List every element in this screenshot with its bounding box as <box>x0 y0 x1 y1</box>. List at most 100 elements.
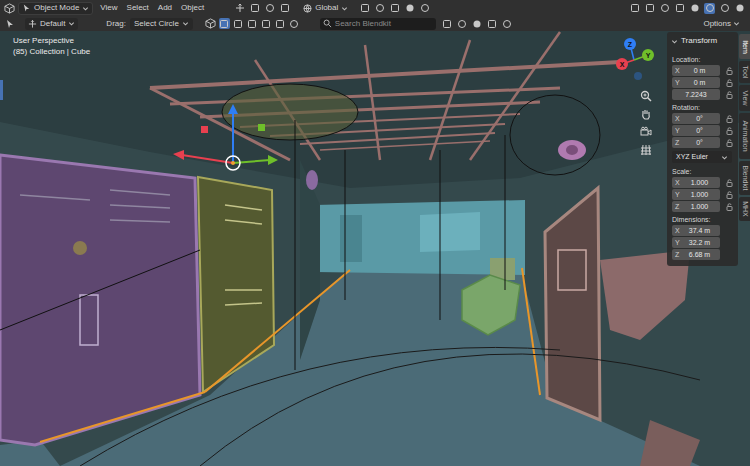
number-field[interactable]: X0 m <box>672 65 720 76</box>
blendkit-icons <box>442 18 513 29</box>
snap-icon[interactable] <box>389 3 400 14</box>
sidebar-tab[interactable]: Tool <box>739 61 750 83</box>
snap-icon[interactable] <box>419 3 430 14</box>
editor-type-icon[interactable] <box>3 2 15 14</box>
panel-header[interactable]: Transform <box>667 32 738 50</box>
transform-section: Scale:X1.000Y1.000Z1.000 <box>672 166 733 213</box>
blendkit-icon[interactable] <box>502 18 513 29</box>
header-row: Object Mode View Select Add Object Global <box>0 0 750 16</box>
number-field[interactable]: 7.2243 <box>672 89 720 100</box>
sidebar-tab[interactable]: Item <box>739 34 750 59</box>
field-value: 0 m <box>682 77 717 88</box>
blendkit-icon[interactable] <box>472 18 483 29</box>
tool-icon[interactable] <box>264 3 275 14</box>
lock-icon[interactable] <box>725 203 733 211</box>
blendkit-icon[interactable] <box>442 18 453 29</box>
number-field[interactable]: Y0° <box>672 125 720 136</box>
axis-button[interactable]: X <box>616 58 628 70</box>
shading-icon[interactable] <box>689 3 700 14</box>
select-mode-icon[interactable] <box>205 18 216 29</box>
axis-label: Z <box>675 249 682 260</box>
shading-icon[interactable] <box>734 3 745 14</box>
sidebar-tabs: Item Tool View Animation Blendkit MHX <box>739 34 750 221</box>
options-button[interactable]: Options <box>703 18 740 30</box>
sidebar-tab[interactable]: View <box>739 85 750 111</box>
sidebar-panel: TransformLocation:X0 mY0 m7.2243Rotation… <box>667 32 738 266</box>
search-field[interactable] <box>320 18 436 30</box>
rotation-mode-dropdown[interactable]: XYZ Euler <box>672 151 732 163</box>
sidebar-tab[interactable]: MHX <box>739 197 750 221</box>
number-field[interactable]: Z1.000 <box>672 201 720 212</box>
lock-icon[interactable] <box>725 79 733 87</box>
orientation-label: Global <box>315 2 338 14</box>
number-field[interactable]: X37.4 m <box>672 225 720 236</box>
lock-icon[interactable] <box>725 139 733 147</box>
orientation-dropdown[interactable]: Global <box>300 2 351 15</box>
select-mode-icon[interactable] <box>233 18 244 29</box>
lock-icon[interactable] <box>725 127 733 135</box>
sidebar-tab[interactable]: Animation <box>739 113 750 159</box>
lock-icon[interactable] <box>725 115 733 123</box>
blendkit-icon[interactable] <box>487 18 498 29</box>
shading-icon[interactable] <box>644 3 655 14</box>
axis-button[interactable]: Z <box>624 38 636 50</box>
drag-dropdown[interactable]: Select Circle <box>130 18 193 30</box>
axis-button[interactable]: Y <box>642 49 654 61</box>
number-field[interactable]: X0° <box>672 113 720 124</box>
viewport[interactable]: User Perspective(85) Collection | Cube Z… <box>0 31 750 466</box>
number-field[interactable]: Z6.68 m <box>672 249 720 260</box>
shading-icon[interactable] <box>659 3 670 14</box>
menu-item[interactable]: Add <box>156 2 174 14</box>
lock-icon[interactable] <box>725 67 733 75</box>
menu-item[interactable]: Object <box>179 2 206 14</box>
chevron-icon <box>82 5 89 12</box>
select-mode-icon[interactable] <box>289 18 300 29</box>
transform-gizmo[interactable] <box>173 104 278 170</box>
select-mode-icon[interactable] <box>247 18 258 29</box>
shading-icon[interactable] <box>629 3 640 14</box>
camera-icon[interactable] <box>640 126 652 138</box>
tool-icon[interactable] <box>279 3 290 14</box>
pivot-icon <box>28 19 37 28</box>
sidebar-tab[interactable]: Blendkit <box>739 161 750 195</box>
axis-label: Y <box>646 52 651 59</box>
lock-icon[interactable] <box>725 91 733 99</box>
mode-label: Object Mode <box>34 2 79 14</box>
toolbar-edge[interactable] <box>0 80 3 100</box>
select-mode-icon[interactable] <box>275 18 286 29</box>
snap-icon[interactable] <box>404 3 415 14</box>
chevron-icon <box>341 5 348 12</box>
number-field[interactable]: Y1.000 <box>672 189 720 200</box>
transform-section: Location:X0 mY0 m7.2243 <box>672 54 733 101</box>
zoom-icon[interactable] <box>640 90 652 102</box>
menu-item[interactable]: Select <box>125 2 151 14</box>
grid-icon[interactable] <box>640 144 652 156</box>
tool-icon[interactable] <box>249 3 260 14</box>
viewport-scene[interactable] <box>0 31 750 466</box>
blendkit-icon[interactable] <box>457 18 468 29</box>
search-input[interactable] <box>335 18 433 30</box>
pan-hand-icon[interactable] <box>640 108 652 120</box>
field-row: Y0 m <box>672 77 733 88</box>
shading-icon[interactable] <box>719 3 730 14</box>
shading-icon[interactable] <box>704 3 715 14</box>
select-tool-icon[interactable] <box>4 18 15 29</box>
snap-icon[interactable] <box>374 3 385 14</box>
number-field[interactable]: X1.000 <box>672 177 720 188</box>
navigation-gizmo[interactable]: Z Y X <box>600 33 660 89</box>
lock-icon[interactable] <box>725 179 733 187</box>
lock-icon[interactable] <box>725 191 733 199</box>
transform-section: Rotation:X0°Y0°Z0°XYZ Euler <box>672 102 733 165</box>
number-field[interactable]: Y0 m <box>672 77 720 88</box>
shading-icon[interactable] <box>674 3 685 14</box>
menu-item[interactable]: View <box>98 2 119 14</box>
snap-icon[interactable] <box>359 3 370 14</box>
mode-dropdown[interactable]: Object Mode <box>18 2 93 15</box>
field-value: 1.000 <box>682 189 717 200</box>
number-field[interactable]: Z0° <box>672 137 720 148</box>
select-mode-icon[interactable] <box>261 18 272 29</box>
select-mode-icon[interactable] <box>219 18 230 29</box>
pivot-dropdown[interactable]: Default <box>25 18 78 30</box>
tool-icon[interactable] <box>234 3 245 14</box>
number-field[interactable]: Y32.2 m <box>672 237 720 248</box>
